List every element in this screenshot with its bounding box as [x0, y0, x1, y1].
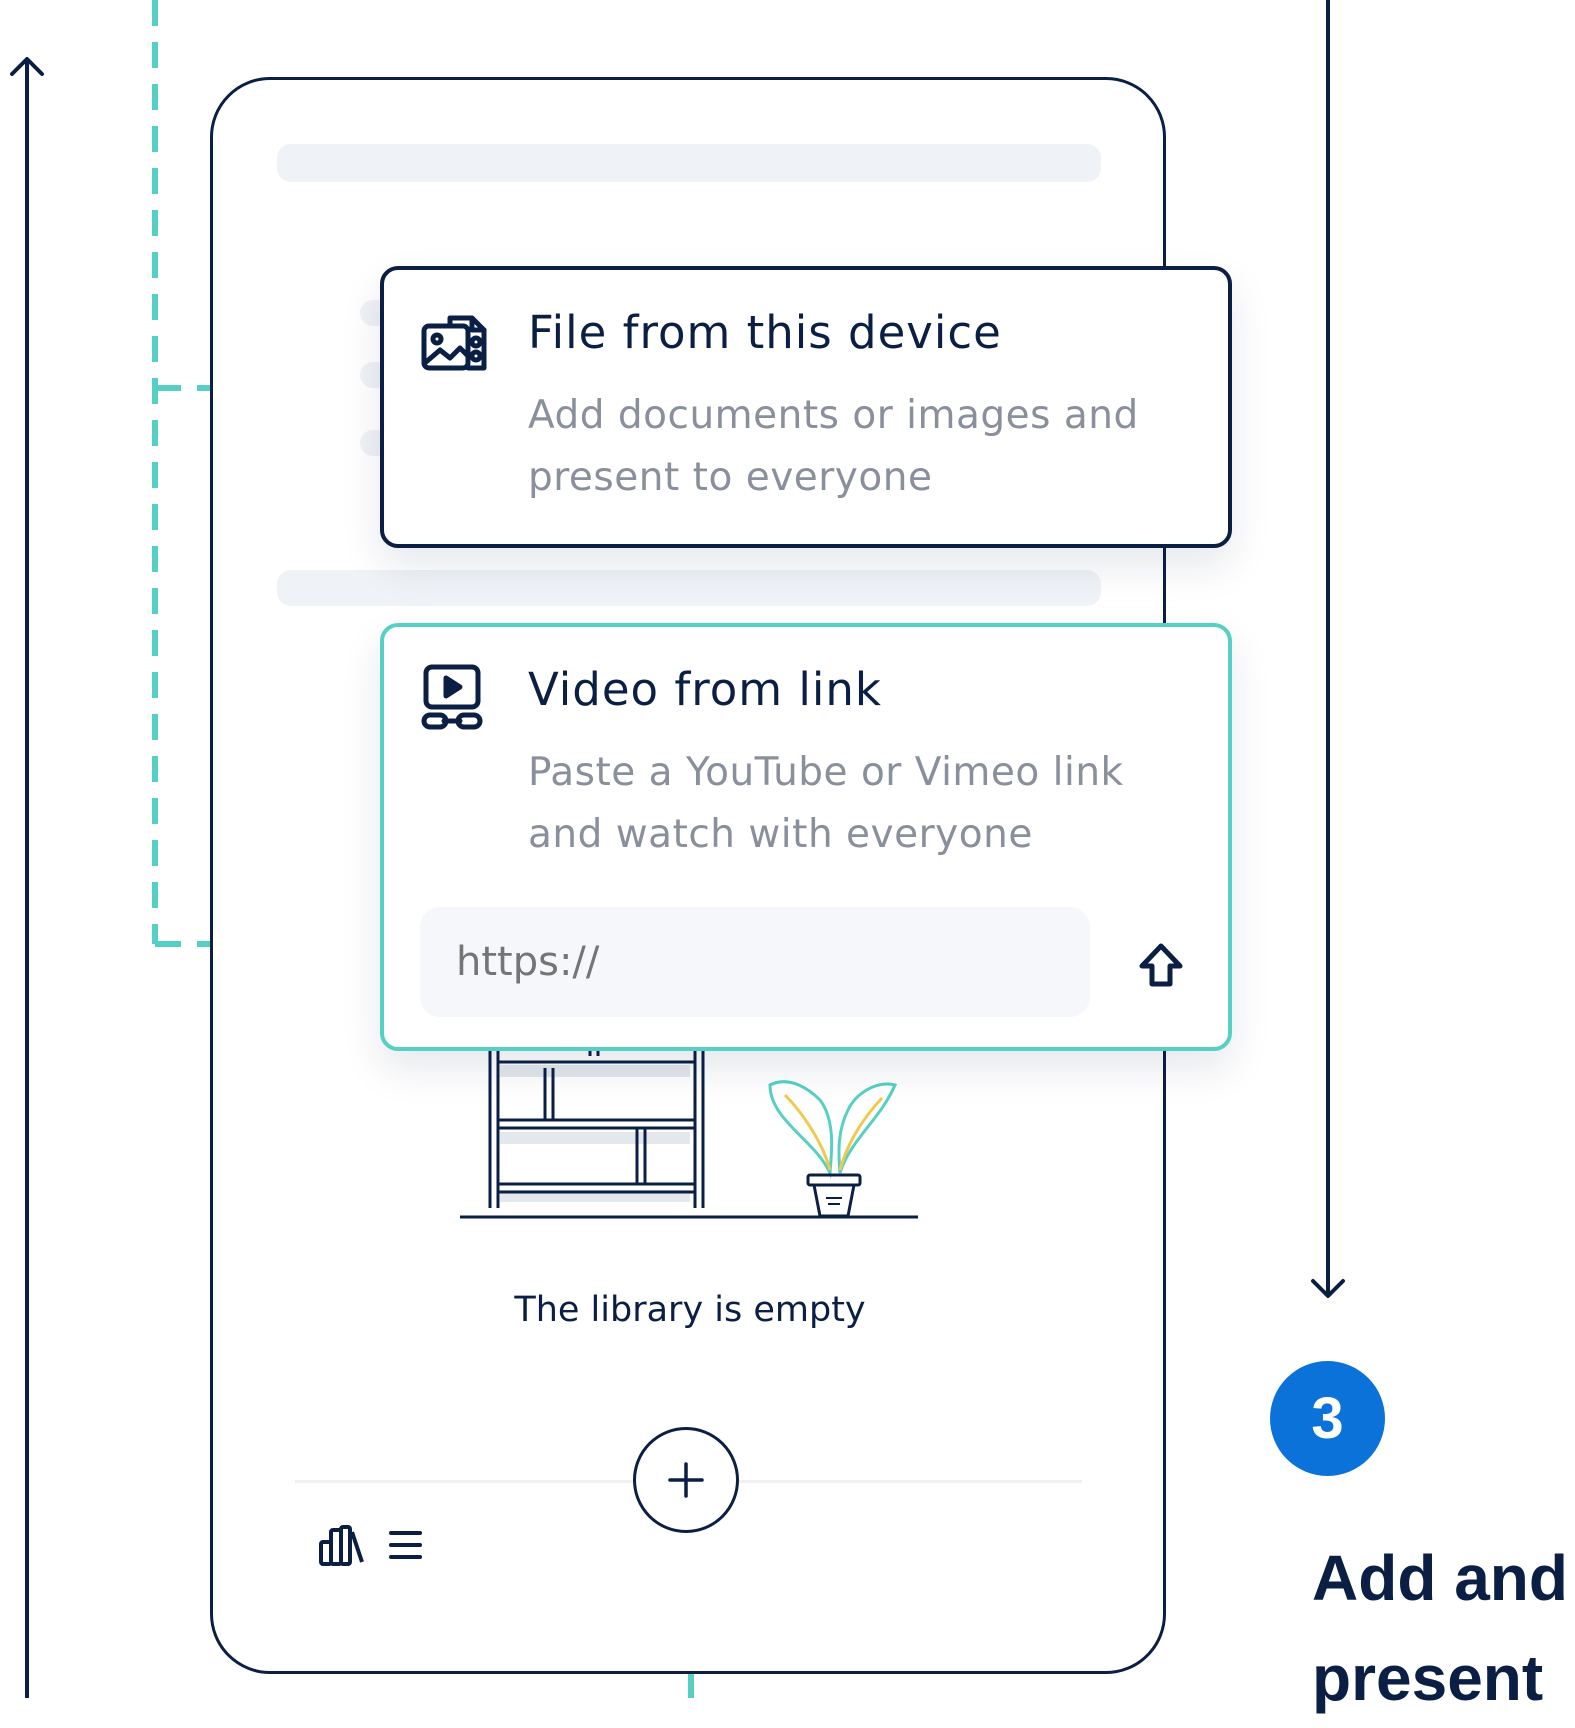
plant-illustration — [768, 1080, 898, 1218]
add-content-button[interactable] — [633, 1427, 739, 1533]
plus-icon — [668, 1462, 704, 1498]
video-from-link-option[interactable]: Video from link Paste a YouTube or Vimeo… — [380, 623, 1232, 1051]
video-link-icon — [421, 664, 483, 730]
menu-icon[interactable] — [388, 1528, 424, 1562]
file-option-title: File from this device — [528, 306, 1002, 359]
step-title: Add and present — [1312, 1542, 1568, 1714]
video-option-title: Video from link — [528, 663, 882, 716]
video-url-input[interactable] — [420, 907, 1090, 1017]
file-from-device-option[interactable]: File from this device Add documents or i… — [380, 266, 1232, 548]
step-number-badge: 3 — [1270, 1361, 1385, 1476]
bookshelf-illustration — [488, 1050, 705, 1208]
library-empty-message: The library is empty — [514, 1290, 866, 1330]
upload-arrow-icon[interactable] — [1136, 940, 1186, 990]
file-image-icon — [421, 315, 487, 371]
video-option-description: Paste a YouTube or Vimeo link and watch … — [528, 750, 1124, 857]
library-icon[interactable] — [318, 1524, 366, 1566]
file-option-description: Add documents or images and present to e… — [528, 393, 1139, 500]
